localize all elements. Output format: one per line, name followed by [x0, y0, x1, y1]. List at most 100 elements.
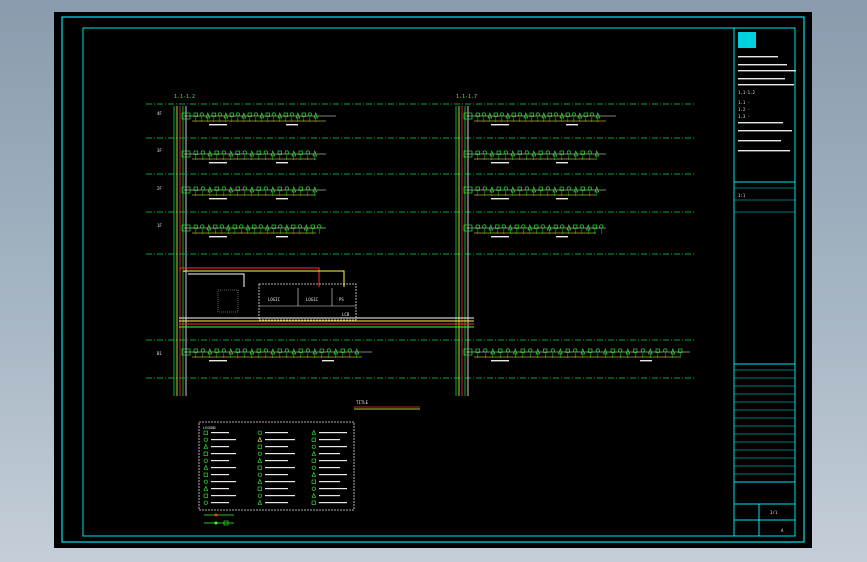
- level-label: 1F: [157, 223, 162, 228]
- smoke-detector-symbol: [253, 112, 258, 117]
- riser-right-label: 1.1-1.7: [456, 94, 477, 100]
- row-tag: [209, 198, 227, 200]
- device-row: [463, 186, 606, 200]
- title-block-text-bar: [738, 140, 781, 142]
- fire-alarm-control-panel: LOGIC LOGIC PS LCB: [217, 283, 357, 321]
- smoke-detector-symbol: [553, 112, 558, 117]
- legend-text-bar: [211, 481, 236, 483]
- smoke-detector-symbol: [305, 150, 310, 155]
- smoke-detector-symbol: [284, 186, 289, 191]
- smoke-detector-symbol: [200, 224, 205, 229]
- smoke-detector-symbol: [481, 112, 486, 117]
- smoke-detector-symbol: [566, 186, 571, 191]
- legend-text-bar: [211, 439, 236, 441]
- smoke-detector-symbol: [663, 348, 668, 353]
- smoke-detector-symbol: [235, 112, 240, 117]
- smoke-detector-symbol: [540, 224, 545, 229]
- legend-text-bar: [211, 467, 236, 469]
- legend-text-bar: [265, 495, 295, 497]
- row-tag: [209, 162, 227, 164]
- smoke-detector-symbol: [297, 224, 302, 229]
- legend-text-bar: [265, 488, 288, 490]
- note-1: 1.1 -: [738, 100, 750, 105]
- row-tag: [276, 162, 288, 164]
- legend-symbol: [203, 500, 208, 505]
- row-tag: [209, 124, 227, 126]
- legend-symbol: [311, 458, 316, 463]
- device-row: [181, 150, 326, 164]
- legend-items: [203, 429, 347, 505]
- device-row: [181, 112, 336, 126]
- legend-symbol: [203, 464, 209, 470]
- legend-symbol: [311, 437, 316, 442]
- smoke-detector-symbol: [501, 224, 506, 229]
- title-block-text-bar: [738, 150, 790, 152]
- legend-symbol: [257, 472, 262, 477]
- row-tag: [276, 198, 288, 200]
- smoke-detector-symbol: [242, 186, 247, 191]
- smoke-detector-symbol: [545, 186, 550, 191]
- legend-text-bar: [211, 474, 229, 476]
- legend-symbol: [257, 486, 262, 491]
- legend-text-bar: [211, 446, 229, 448]
- legend-text-bar: [211, 432, 229, 434]
- legend-text-bar: [265, 432, 288, 434]
- legend-text-bar: [319, 446, 347, 448]
- panel-label-3: PS: [339, 297, 344, 302]
- device-row: [463, 224, 606, 238]
- device-row: [463, 348, 690, 362]
- smoke-detector-symbol: [482, 224, 487, 229]
- title-block-text-bar: [738, 84, 794, 86]
- legend-text-bar: [211, 495, 236, 497]
- legend-text-bar: [319, 502, 347, 504]
- smoke-detector-symbol: [242, 348, 247, 353]
- legend-text-bar: [265, 502, 288, 504]
- level-label: B1: [157, 351, 162, 356]
- legend-symbol: [203, 443, 209, 449]
- title-block-text-bar: [738, 78, 785, 80]
- legend-text-bar: [319, 488, 347, 490]
- cad-viewport[interactable]: 1.1-1.2 1.1 - 1.2 - 1.3 - 1/1 1:1 A 4F 3F…: [54, 12, 812, 548]
- smoke-detector-symbol: [640, 348, 645, 353]
- legend-text-bar: [319, 453, 340, 455]
- row-tag: [491, 236, 509, 238]
- smoke-detector-symbol: [521, 224, 526, 229]
- sheet-number: 1/1: [770, 510, 778, 515]
- smoke-detector-symbol: [263, 186, 268, 191]
- smoke-detector-symbol: [550, 348, 555, 353]
- smoke-detector-symbol: [618, 348, 623, 353]
- row-tag: [209, 236, 227, 238]
- smoke-detector-symbol: [587, 150, 592, 155]
- legend-symbol: [257, 499, 263, 505]
- smoke-detector-symbol: [221, 348, 226, 353]
- smoke-detector-symbol: [199, 112, 204, 117]
- legend-text-bar: [265, 439, 295, 441]
- level-label: 4F: [157, 111, 162, 116]
- legend-symbol: [311, 479, 316, 484]
- row-tag: [209, 360, 227, 362]
- title-block-text-bar: [738, 122, 783, 124]
- riser-left-label: 1.1-1.2: [174, 94, 195, 100]
- legend-symbol: [311, 465, 316, 470]
- smoke-detector-symbol: [217, 112, 222, 117]
- legend-symbol: [257, 465, 262, 470]
- smoke-detector-symbol: [239, 224, 244, 229]
- legend-text-bar: [319, 495, 340, 497]
- smoke-detector-symbol: [347, 348, 352, 353]
- legend-text-bar: [265, 453, 295, 455]
- legend-text-bar: [211, 488, 229, 490]
- smoke-detector-symbol: [482, 186, 487, 191]
- smoke-detector-symbol: [305, 348, 310, 353]
- smoke-detector-symbol: [221, 150, 226, 155]
- row-tag: [491, 124, 509, 126]
- svg-text:TITLE: TITLE: [356, 400, 369, 405]
- smoke-detector-symbol: [263, 348, 268, 353]
- device-row: [181, 224, 326, 238]
- panel-label-2: LOGIC: [306, 297, 319, 302]
- legend-text-bar: [319, 474, 347, 476]
- risers: 1.1-1.2 1.1-1.7: [173, 94, 477, 396]
- smoke-detector-symbol: [566, 150, 571, 155]
- legend-symbol: [203, 493, 208, 498]
- smoke-detector-symbol: [571, 112, 576, 117]
- smoke-detector-symbol: [589, 112, 594, 117]
